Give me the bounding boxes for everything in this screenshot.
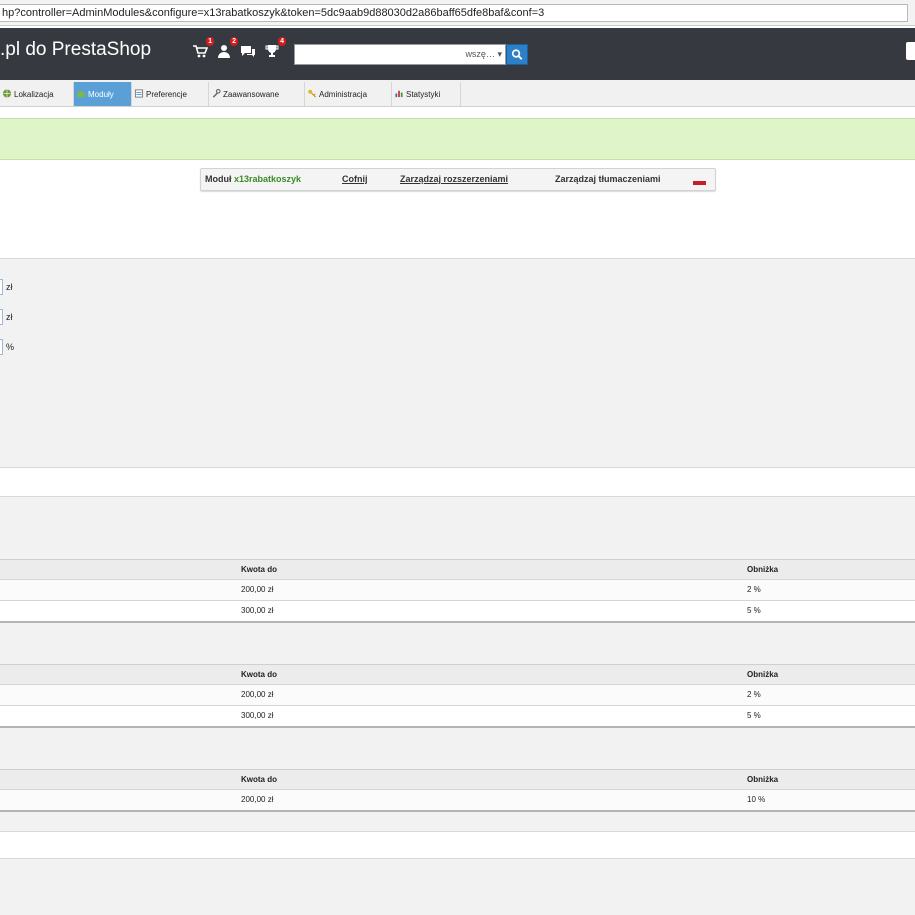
module-title: Moduł x13rabatkoszyk [205,174,301,184]
trophy-badge: 4 [278,37,286,46]
main-menu: Lokalizacja Moduły Preferencje Zaawansow… [0,80,915,107]
table-divider [0,726,915,728]
chevron-down-icon: ▾ [497,49,502,59]
customer-notification[interactable]: 2 [216,37,238,59]
header-user-box[interactable] [906,42,915,60]
trophy-notification[interactable]: 4 [264,37,286,59]
tab-statystyki[interactable]: Statystyki [392,82,461,106]
section-gap [0,831,915,859]
tab-label: Lokalizacja [14,90,54,99]
column-header: Obniżka [747,775,779,784]
discount-cell: 10 % [747,795,766,804]
table-row[interactable]: 300,00 zł 5 % [0,706,915,727]
percent-input[interactable] [0,339,3,355]
cart-icon [193,45,209,58]
amount-cell: 300,00 zł [241,711,274,720]
footer-panel [0,859,915,915]
table-row[interactable]: 300,00 zł 5 % [0,601,915,622]
amount-cell: 200,00 zł [241,690,274,699]
column-header: Kwota do [241,775,277,784]
tab-label: Preferencje [146,90,187,99]
cart-badge: 1 [206,37,214,46]
table-header: Kwota do Obniżka [0,664,915,685]
column-header: Kwota do [241,565,277,574]
discount-cell: 5 % [747,711,761,720]
tab-administracja[interactable]: Administracja [305,82,392,106]
customer-badge: 2 [230,37,238,46]
tab-moduly[interactable]: Moduły [74,82,132,106]
search-icon [511,49,523,60]
amount-cell: 200,00 zł [241,795,274,804]
section-gap [0,468,915,496]
discount-cell: 2 % [747,585,761,594]
amount-input[interactable] [0,279,3,295]
table-header: Kwota do Obniżka [0,769,915,790]
tab-label: Zaawansowane [223,90,280,99]
flag-icon[interactable] [693,181,706,185]
table-row[interactable]: 200,00 zł 10 % [0,790,915,811]
shop-title[interactable]: .pl do PrestaShop [0,39,151,61]
table-divider [0,621,915,623]
search-input[interactable]: wszę… ▾ [294,44,506,65]
discount-cell: 2 % [747,690,761,699]
column-header: Kwota do [241,670,277,679]
globe-icon [2,89,12,98]
admin-header: .pl do PrestaShop 1 2 4 wszę… ▾ [0,28,915,80]
trophy-icon [265,45,279,57]
tab-zaawansowane[interactable]: Zaawansowane [209,82,305,106]
search-filter-label: wszę… [465,49,495,59]
table-row[interactable]: 200,00 zł 2 % [0,685,915,706]
unit-label: zł [6,282,13,292]
chart-icon [395,90,403,98]
url-field[interactable]: hp?controller=AdminModules&configure=x13… [0,4,908,22]
unit-label: % [6,342,15,352]
module-name: x13rabatkoszyk [234,174,302,184]
table-divider [0,810,915,812]
manage-translations-link[interactable]: Zarządzaj tłumaczeniami [555,174,661,184]
success-message [0,118,915,160]
tab-preferencje[interactable]: Preferencje [132,82,209,106]
amount-cell: 200,00 zł [241,585,274,594]
module-toolbar: Moduł x13rabatkoszyk Cofnij Zarządzaj ro… [200,168,716,191]
table-row[interactable]: 200,00 zł 2 % [0,580,915,601]
back-link[interactable]: Cofnij [342,174,368,184]
puzzle-icon [77,90,85,98]
unit-label: zł [6,312,13,322]
key-icon [308,89,317,98]
discount-cell: 5 % [747,606,761,615]
tab-label: Administracja [319,90,368,99]
column-header: Obniżka [747,565,779,574]
discount-rules-panel: Kwota do Obniżka 200,00 zł 2 % 300,00 zł… [0,496,915,831]
browser-address-bar: hp?controller=AdminModules&configure=x13… [0,0,915,26]
search-filter-select[interactable]: wszę… ▾ [465,49,502,60]
tab-lokalizacja[interactable]: Lokalizacja [0,82,74,106]
cart-notification[interactable]: 1 [192,37,214,59]
tab-label: Moduły [88,90,114,99]
message-icon [241,46,255,57]
amount-input[interactable] [0,309,3,325]
message-notification[interactable] [240,43,256,59]
amount-cell: 300,00 zł [241,606,274,615]
table-header: Kwota do Obniżka [0,559,915,580]
preferences-icon [134,89,144,98]
wrench-icon [212,89,221,98]
module-prefix: Moduł [205,174,232,184]
search-button[interactable] [506,44,528,65]
column-header: Obniżka [747,670,779,679]
tab-label: Statystyki [406,90,441,99]
manage-extensions-link[interactable]: Zarządzaj rozszerzeniami [400,174,508,184]
settings-panel: zł zł % [0,258,915,468]
customer-icon [218,45,230,58]
